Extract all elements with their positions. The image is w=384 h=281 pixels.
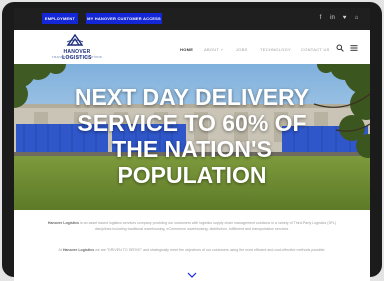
- hero-headline-line-1: NEXT DAY DELIVERY: [74, 84, 310, 110]
- nav-about[interactable]: ABOUT ˅: [204, 47, 223, 52]
- hero-banner: NEXT DAY DELIVERY SERVICE TO 60% OF THE …: [14, 64, 370, 210]
- facebook-icon[interactable]: f: [316, 13, 325, 24]
- intro-paragraph-2: At Hanover Logistics we are "DRIVEN TO S…: [42, 248, 342, 254]
- scroll-down-chevron-icon[interactable]: [187, 272, 197, 278]
- twitter-icon[interactable]: ♥: [340, 13, 349, 24]
- tablet-frame: EMPLOYMENT MY HANOVER CUSTOMER ACCESS f …: [2, 2, 382, 281]
- instagram-icon[interactable]: ⌂: [352, 13, 361, 24]
- brand-tagline: TRANSPORTATION SOLUTIONS: [51, 55, 103, 59]
- nav-contact-us[interactable]: CONTACT US: [301, 47, 330, 52]
- linkedin-icon[interactable]: in: [328, 13, 337, 24]
- intro-text-2: we are "DRIVEN TO SERVE" and strategical…: [95, 248, 326, 252]
- top-utility-bar: EMPLOYMENT MY HANOVER CUSTOMER ACCESS f …: [14, 8, 370, 30]
- intro-paragraph-1: Hanover Logistics is an asset based logi…: [42, 221, 342, 232]
- employment-button[interactable]: EMPLOYMENT: [42, 13, 78, 24]
- intro-prefix: At: [58, 248, 62, 252]
- brand-mention: Hanover Logistics: [47, 221, 80, 225]
- customer-access-button[interactable]: MY HANOVER CUSTOMER ACCESS: [86, 13, 162, 24]
- logo-icon[interactable]: [66, 33, 84, 47]
- website-screen: EMPLOYMENT MY HANOVER CUSTOMER ACCESS f …: [14, 8, 370, 281]
- nav-technology[interactable]: TECHNOLOGY: [260, 47, 291, 52]
- hero-headline-line-2: SERVICE TO 60% OF: [77, 110, 307, 136]
- brand-mention: Hanover Logistics: [62, 248, 95, 252]
- main-navbar: HANOVER LOGISTICS TRANSPORTATION SOLUTIO…: [14, 30, 370, 65]
- intro-text-1: is an asset based logistics services com…: [80, 221, 337, 231]
- hero-headline-line-3: THE NATION'S: [112, 136, 272, 162]
- hero-headline-line-4: POPULATION: [117, 162, 267, 188]
- search-icon[interactable]: [336, 44, 344, 52]
- nav-home[interactable]: HOME: [180, 47, 193, 52]
- menu-icon[interactable]: [350, 44, 358, 52]
- intro-section: Hanover Logistics is an asset based logi…: [14, 210, 370, 281]
- nav-jobs[interactable]: JOBS: [236, 47, 248, 52]
